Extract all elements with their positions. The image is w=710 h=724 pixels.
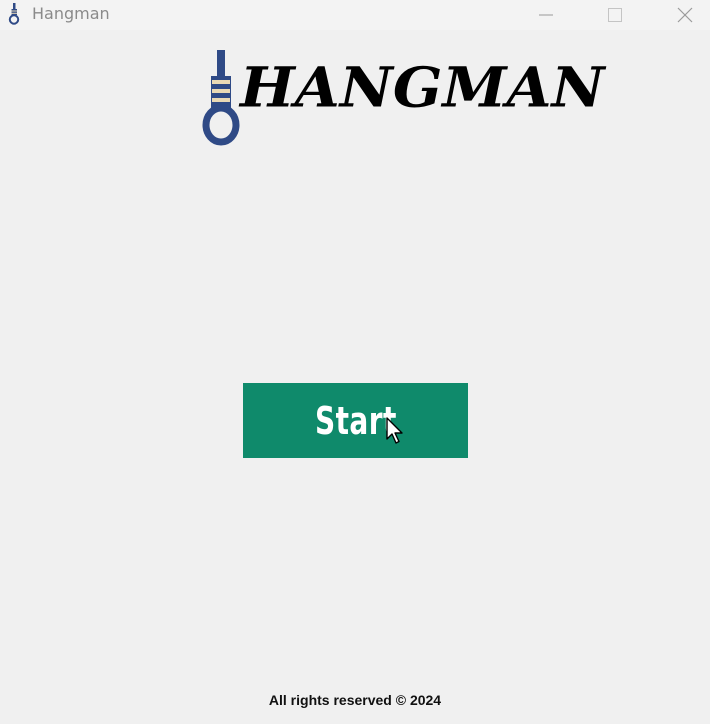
close-icon	[677, 7, 693, 23]
minimize-icon	[539, 14, 553, 16]
start-button[interactable]: Start	[243, 383, 468, 458]
close-button[interactable]	[662, 0, 708, 30]
window-title: Hangman	[32, 4, 110, 23]
maximize-button[interactable]	[592, 0, 638, 30]
hangman-logo: HANGMAN	[200, 48, 605, 148]
copyright-footer: All rights reserved © 2024	[268, 692, 442, 708]
minimize-button[interactable]	[523, 0, 569, 30]
mouse-cursor-icon	[386, 417, 403, 444]
maximize-icon	[608, 8, 622, 22]
noose-icon	[8, 3, 20, 25]
start-button-label: Start	[314, 398, 397, 443]
app-window: Hangman HANGMAN Start All rights reserve…	[0, 0, 710, 724]
noose-icon	[202, 50, 240, 146]
title-bar: Hangman	[0, 0, 710, 30]
logo-title: HANGMAN	[240, 54, 605, 120]
